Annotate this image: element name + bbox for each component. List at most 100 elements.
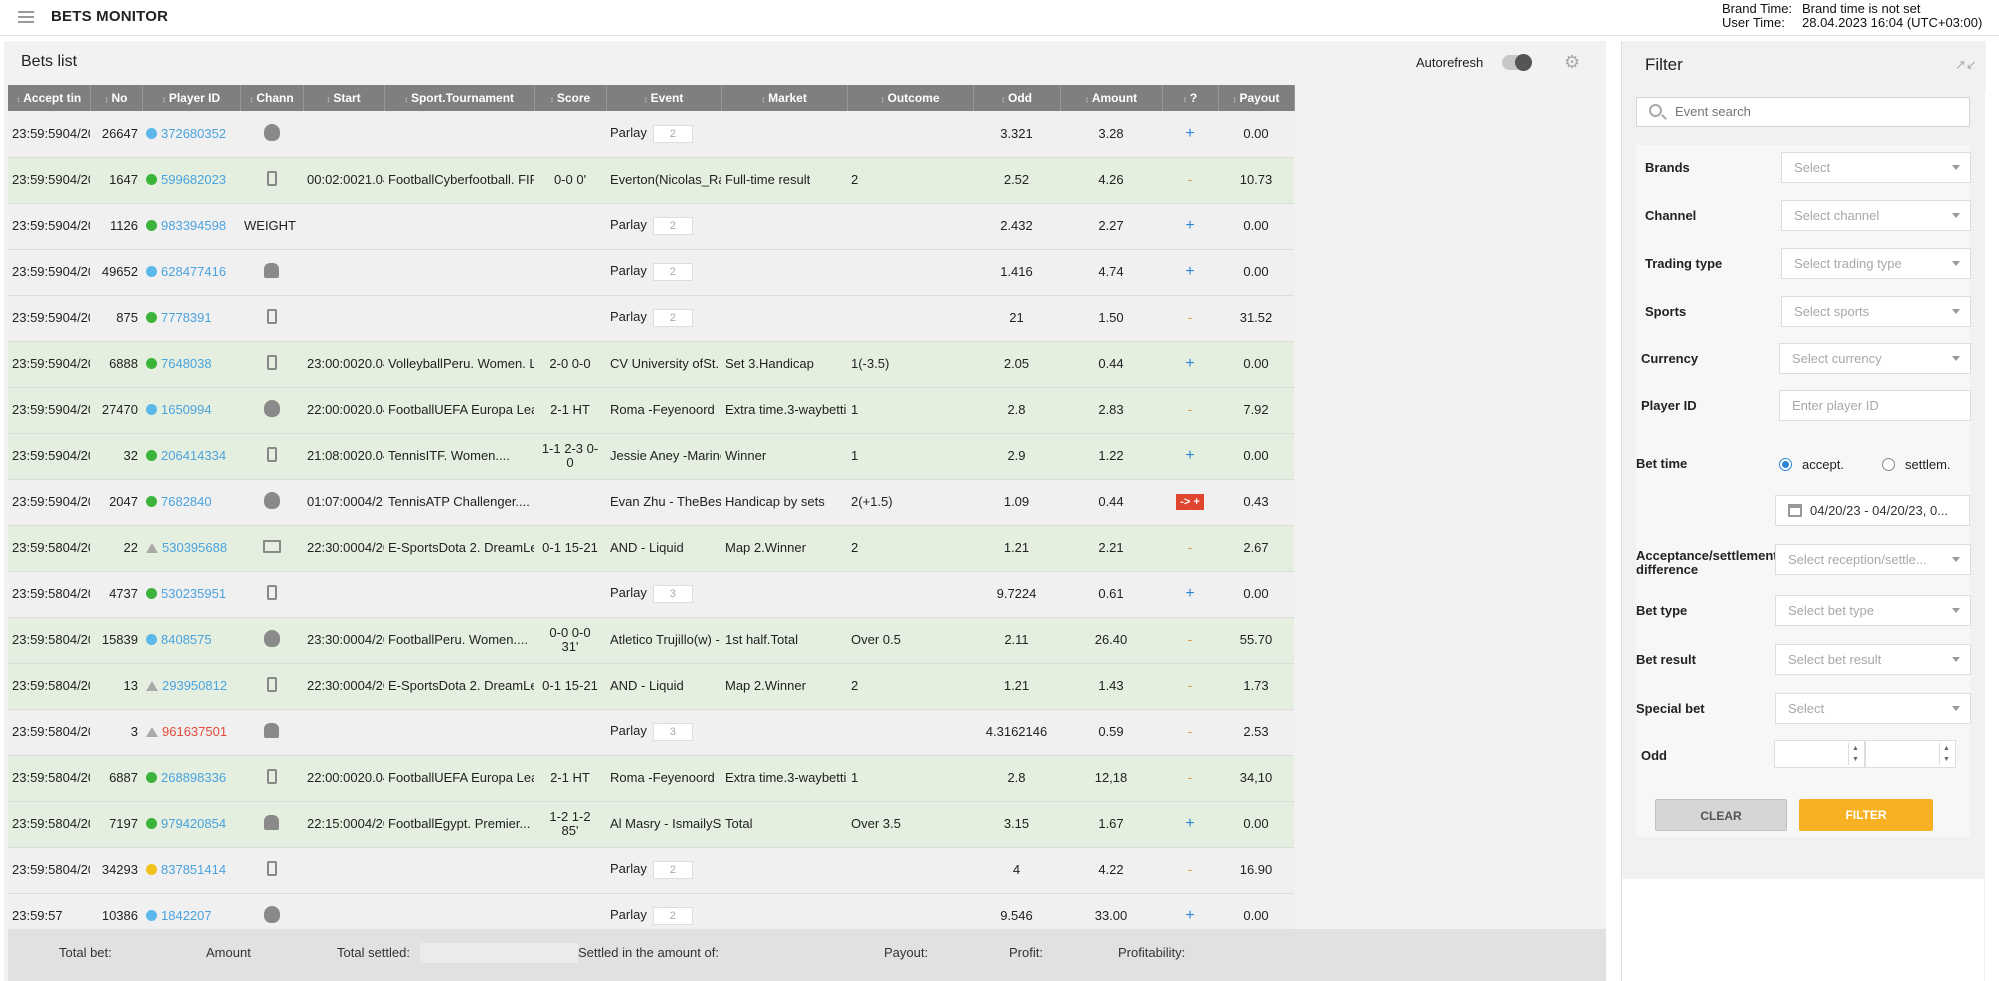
- difference-select[interactable]: Select reception/settle...: [1775, 544, 1971, 575]
- brands-select[interactable]: Select: [1781, 152, 1971, 183]
- cell-channel: [240, 847, 303, 894]
- column-header[interactable]: ↕ Outcome: [847, 85, 974, 111]
- filter-button[interactable]: FILTER: [1799, 799, 1933, 831]
- collapse-icon[interactable]: ↗↙: [1955, 57, 1977, 73]
- player-id-link[interactable]: 979420854: [161, 816, 226, 831]
- sports-select[interactable]: Select sports: [1781, 296, 1971, 327]
- table-row[interactable]: 23:59:5904/20/231647 599682023 00:02:0021.…: [8, 157, 1294, 204]
- event-search-input[interactable]: [1675, 104, 1955, 119]
- radio-settlem[interactable]: settlem.: [1882, 457, 1951, 472]
- cell-payout: 16.90: [1218, 847, 1294, 894]
- channel-select[interactable]: Select channel: [1781, 200, 1971, 231]
- player-id-link[interactable]: 837851414: [161, 862, 226, 877]
- odd-max-spinner[interactable]: ▲ ▼: [1939, 743, 1953, 765]
- autorefresh-toggle[interactable]: [1502, 54, 1532, 71]
- column-header[interactable]: ↕ Sport.Tournament: [384, 85, 535, 111]
- column-header[interactable]: ↕ Start: [303, 85, 385, 111]
- player-id-link[interactable]: 7648038: [161, 356, 212, 371]
- player-id-link[interactable]: 628477416: [161, 264, 226, 279]
- player-id-link[interactable]: 206414334: [161, 448, 226, 463]
- status-dot-icon: [146, 634, 157, 645]
- player-id-link[interactable]: 961637501: [162, 724, 227, 739]
- column-header[interactable]: ↕ Payout: [1218, 85, 1295, 111]
- trading-type-select[interactable]: Select trading type: [1781, 248, 1971, 279]
- player-id-link[interactable]: 293950812: [162, 678, 227, 693]
- score-line1: 2-0 0-0: [549, 356, 591, 371]
- column-header[interactable]: ↕ Chann: [240, 85, 304, 111]
- date-range-picker[interactable]: 04/20/23 - 04/20/23, 0...: [1775, 495, 1970, 526]
- player-id-link[interactable]: 268898336: [161, 770, 226, 785]
- odd-min-input[interactable]: ▲ ▼: [1774, 740, 1865, 768]
- parlay-count-badge[interactable]: 2: [652, 124, 693, 143]
- column-header-label: Score: [556, 91, 591, 105]
- player-id-link[interactable]: 599682023: [161, 172, 226, 187]
- table-row[interactable]: 23:59:5804/20/23719797942085422:15:0004/…: [8, 801, 1294, 848]
- column-header[interactable]: ↕ Player ID: [142, 85, 241, 111]
- status-dot-icon: [146, 404, 157, 415]
- table-row[interactable]: 23:59:5904/20/231126 983394598 WEIGHT Parla…: [8, 203, 1294, 250]
- currency-select[interactable]: Select currency: [1779, 343, 1971, 374]
- clear-button[interactable]: CLEAR: [1655, 799, 1787, 831]
- profit-label: Profit:: [1009, 945, 1043, 960]
- table-row[interactable]: 23:59:5904/20/232047 7682840 01:07:0004/21…: [8, 479, 1294, 526]
- player-id-link[interactable]: 1650994: [161, 402, 212, 417]
- table-row[interactable]: 23:59:5904/20/236888 7648038 23:00:0020.04…: [8, 341, 1294, 388]
- player-id-link[interactable]: 7778391: [161, 310, 212, 325]
- table-row[interactable]: 23:59:5804/20/231329395081222:30:0004/20…: [8, 663, 1294, 710]
- sort-icon: ↕: [326, 95, 331, 104]
- column-header[interactable]: ↕ Odd: [973, 85, 1061, 111]
- column-header[interactable]: ↕?: [1162, 85, 1219, 111]
- special-bet-select[interactable]: Select: [1775, 693, 1971, 724]
- table-row[interactable]: 23:59:5904/20/2332 206414334 21:08:0020.04…: [8, 433, 1294, 480]
- player-id-input[interactable]: Enter player ID: [1779, 390, 1971, 421]
- menu-icon[interactable]: [18, 11, 34, 23]
- table-row[interactable]: 23:59:5804/20/234737 530235951 Parlay 3 9.72…: [8, 571, 1294, 618]
- cell-odd: 2.432: [973, 203, 1060, 250]
- parlay-count-badge[interactable]: 2: [652, 861, 693, 879]
- cell-score: 2-1 HT: [534, 387, 606, 434]
- cell-market: [721, 847, 847, 894]
- table-row[interactable]: 23:59:5904/20/2326647 372680352 Parlay 2 3.3…: [8, 111, 1294, 158]
- table-row[interactable]: 23:59:5904/20/2349652 628477416 Parlay 2 1.4…: [8, 249, 1294, 296]
- player-id-link[interactable]: 372680352: [161, 126, 226, 141]
- market-line1: Map 2.Winner: [725, 679, 806, 693]
- column-header[interactable]: ↕ Event: [606, 85, 722, 111]
- parlay-count-badge[interactable]: 2: [652, 263, 693, 281]
- column-header[interactable]: ↕ No: [90, 85, 143, 111]
- column-header[interactable]: ↕ Score: [534, 85, 607, 111]
- player-id-link[interactable]: 8408575: [161, 632, 212, 647]
- table-row[interactable]: 23:59:5804/20/236887 268898336 22:00:0020.…: [8, 755, 1294, 802]
- player-id-link[interactable]: 983394598: [161, 218, 226, 233]
- start-line2: 04/20/23: [357, 633, 384, 647]
- player-id-link[interactable]: 530235951: [161, 586, 226, 601]
- parlay-count-badge[interactable]: 2: [652, 309, 693, 327]
- bet-result-select[interactable]: Select bet result: [1775, 644, 1971, 675]
- sort-icon: ↕: [104, 95, 109, 104]
- cell-market: [721, 709, 847, 756]
- event-line2: St. Martin (w) -...: [703, 357, 721, 371]
- table-row[interactable]: 23:59:5804/20/2315839840857523:30:0004/2…: [8, 617, 1294, 664]
- odd-max-input[interactable]: ▲ ▼: [1865, 740, 1956, 768]
- parlay-count-badge[interactable]: 2: [652, 907, 693, 925]
- table-row[interactable]: 23:59:5804/20/233961637501Parlay34.31621…: [8, 709, 1294, 756]
- odd-min-spinner[interactable]: ▲ ▼: [1848, 743, 1862, 765]
- player-id-link[interactable]: 530395688: [162, 540, 227, 555]
- column-header[interactable]: ↕ Market: [721, 85, 848, 111]
- parlay-count-badge[interactable]: 3: [652, 723, 693, 741]
- bet-type-select[interactable]: Select bet type: [1775, 595, 1971, 626]
- column-header[interactable]: ↕ Amount: [1060, 85, 1163, 111]
- market-line1: 1st half.Total: [725, 633, 798, 647]
- radio-accept[interactable]: accept.: [1779, 457, 1844, 472]
- player-id-link[interactable]: 7682840: [161, 494, 212, 509]
- parlay-count-badge[interactable]: 3: [652, 585, 693, 603]
- event-search[interactable]: [1636, 97, 1970, 127]
- table-row[interactable]: 23:59:5904/20/23875 7778391 Parlay 2 211.50 -…: [8, 295, 1294, 342]
- table-row[interactable]: 23:59:5804/20/2334293 837851414 Parlay 2 44.…: [8, 847, 1294, 894]
- column-header[interactable]: ↕ Accept tin: [8, 85, 91, 111]
- parlay-count-badge[interactable]: 2: [652, 217, 693, 235]
- cell-sport-tournament: FootballCyberfootball. FIFA....: [384, 157, 534, 204]
- table-row[interactable]: 23:59:5804/20/232253039568822:30:0004/20…: [8, 525, 1294, 572]
- table-row[interactable]: 23:59:5904/20/2327470 1650994 22:00:0020.0…: [8, 387, 1294, 434]
- gear-icon[interactable]: ⚙: [1564, 52, 1580, 73]
- player-id-link[interactable]: 1842207: [161, 908, 212, 923]
